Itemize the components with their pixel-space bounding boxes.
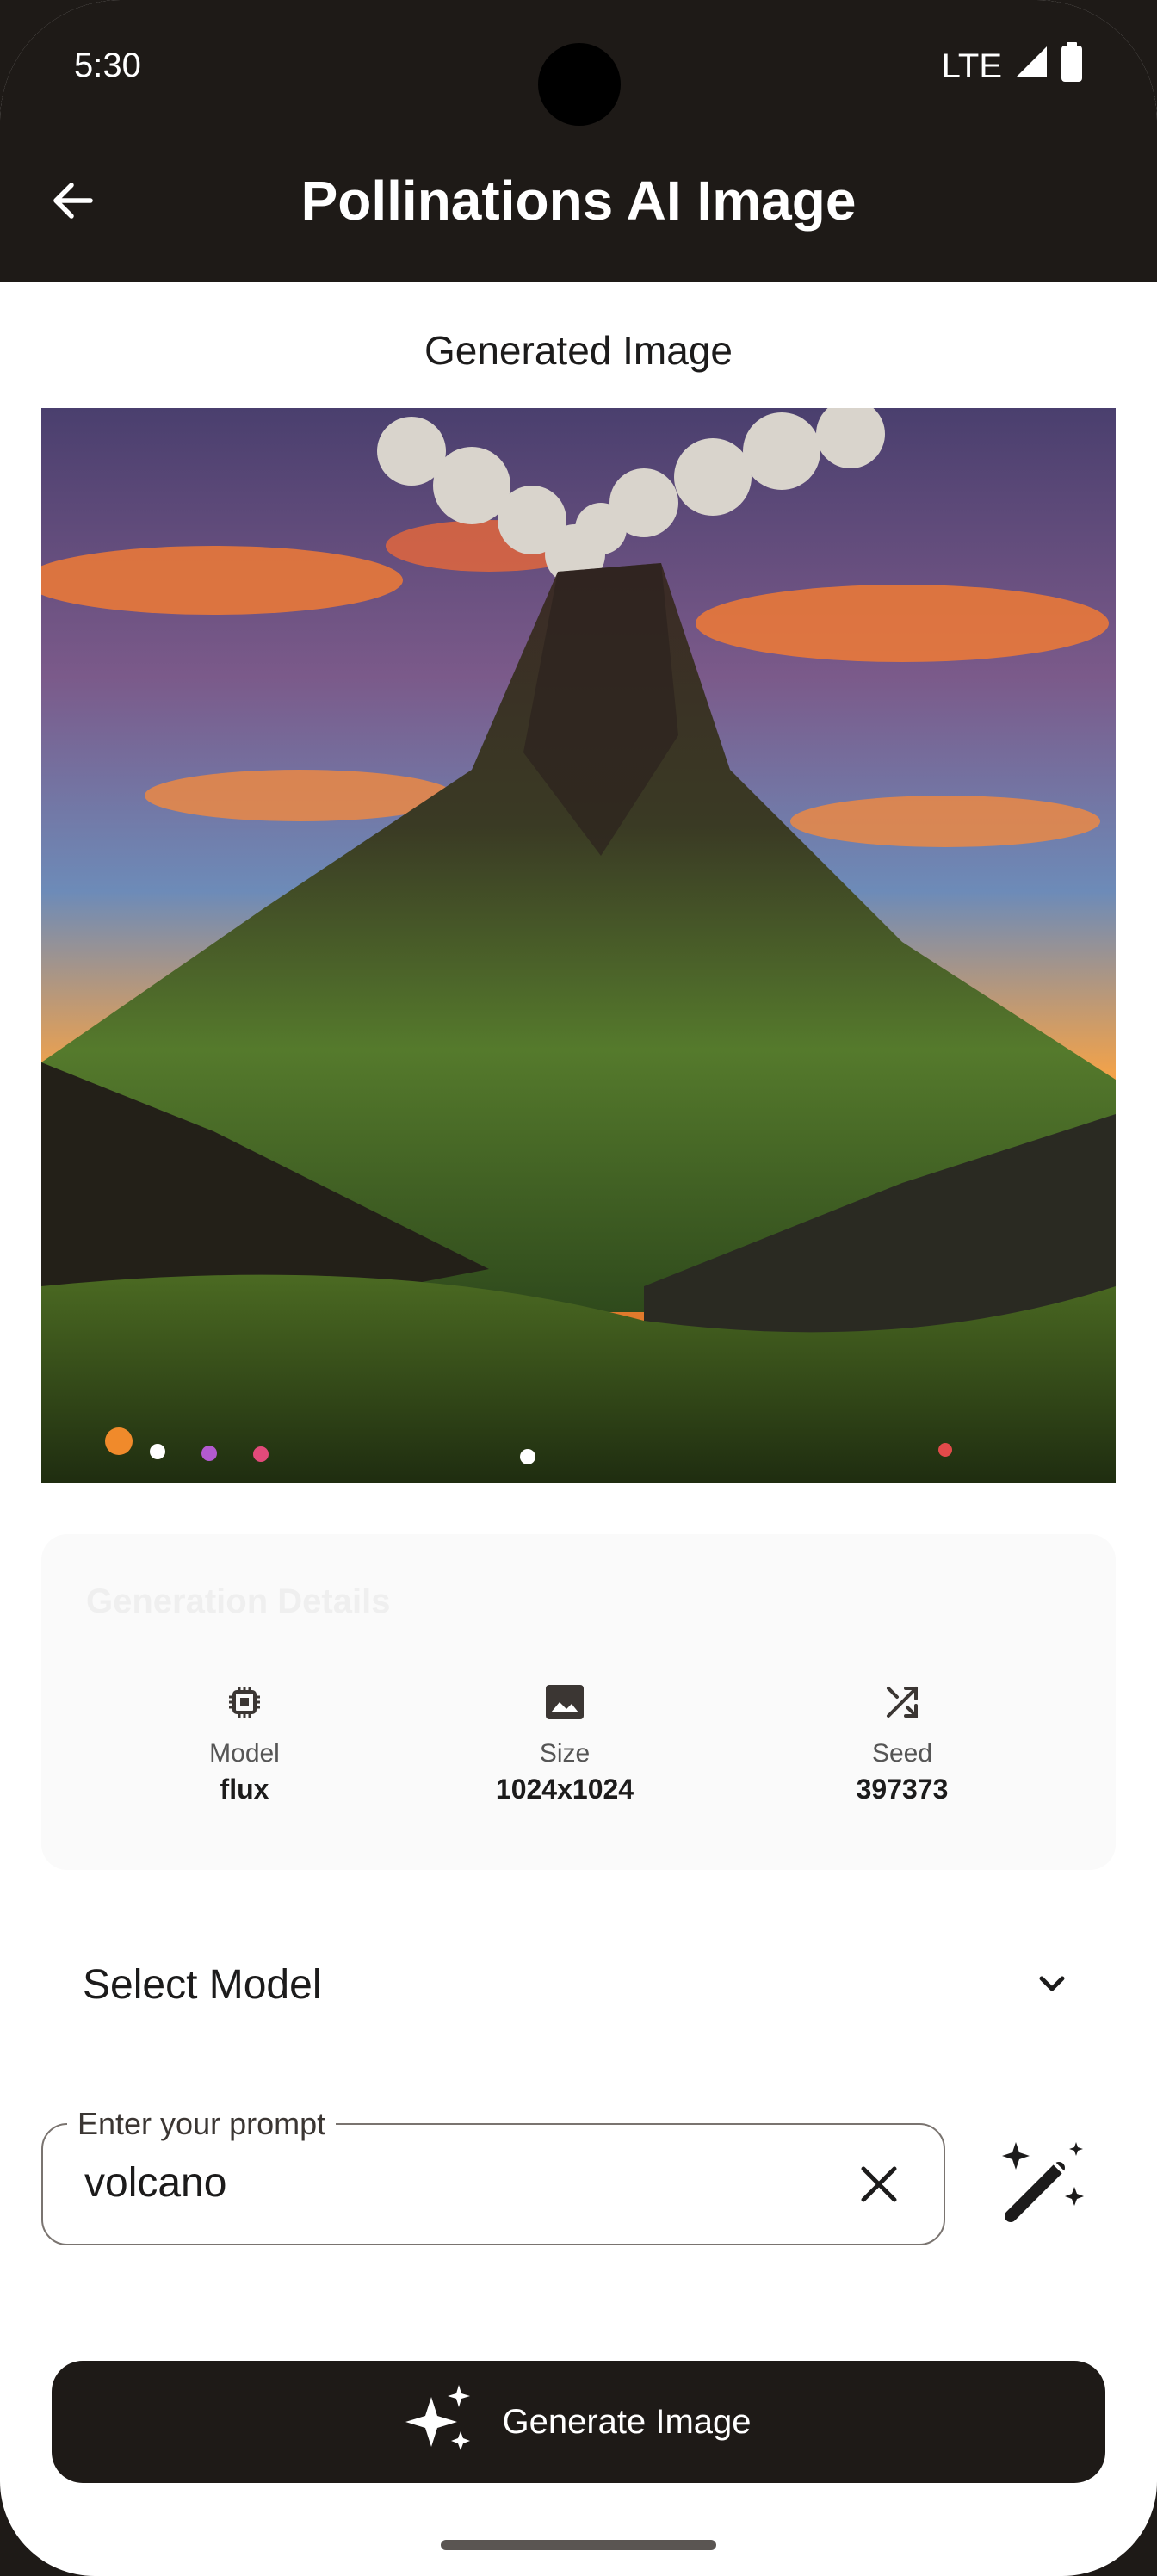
- clear-prompt-button[interactable]: [849, 2156, 909, 2216]
- generation-details-title: Generation Details: [86, 1582, 391, 1620]
- sparkles-icon: [405, 2384, 476, 2460]
- detail-seed-value: 397373: [856, 1774, 949, 1805]
- generated-image-heading: Generated Image: [424, 328, 733, 373]
- generate-image-button[interactable]: Generate Image: [52, 2361, 1105, 2483]
- top-app-bar: 5:30 LTE Pollinations AI Image: [0, 0, 1157, 282]
- camera-cutout: [538, 43, 621, 126]
- prompt-input[interactable]: Enter your prompt volcano: [41, 2106, 945, 2245]
- battery-icon: [1061, 42, 1083, 90]
- chevron-down-icon: [1033, 1965, 1071, 2007]
- detail-seed-label: Seed: [871, 1739, 933, 1768]
- status-icons: LTE: [941, 42, 1083, 90]
- shuffle-icon: [773, 1681, 1031, 1724]
- status-time: 5:30: [74, 46, 141, 84]
- generation-details-card: Generation Details Model flux Size 1024x: [41, 1534, 1116, 1870]
- generate-button-label: Generate Image: [502, 2402, 752, 2441]
- image-icon: [436, 1681, 694, 1724]
- detail-model-label: Model: [209, 1739, 280, 1768]
- app-screen: 5:30 LTE Pollinations AI Image Generated…: [0, 0, 1157, 2576]
- prompt-value[interactable]: volcano: [84, 2159, 226, 2207]
- model-select-label: Select Model: [83, 1962, 322, 2008]
- close-icon: [858, 2164, 900, 2209]
- home-indicator[interactable]: [441, 2540, 716, 2550]
- detail-seed: Seed 397373: [773, 1681, 1031, 1805]
- detail-size-value: 1024x1024: [495, 1774, 634, 1805]
- page-title: Pollinations AI Image: [300, 170, 857, 232]
- signal-icon: [1014, 45, 1049, 88]
- detail-size: Size 1024x1024: [436, 1681, 694, 1805]
- model-select-dropdown[interactable]: Select Model: [41, 1922, 1116, 2051]
- network-label: LTE: [941, 46, 1002, 85]
- detail-model-value: flux: [220, 1774, 269, 1805]
- prompt-label: Enter your prompt: [67, 2106, 337, 2142]
- enhance-prompt-button[interactable]: [990, 2132, 1093, 2235]
- magic-wand-icon: [997, 2137, 1086, 2231]
- volcano-illustration: [41, 408, 1116, 1483]
- generated-image[interactable]: [41, 408, 1116, 1483]
- detail-size-label: Size: [539, 1739, 591, 1768]
- detail-model: Model flux: [115, 1681, 374, 1805]
- chip-icon: [115, 1681, 374, 1724]
